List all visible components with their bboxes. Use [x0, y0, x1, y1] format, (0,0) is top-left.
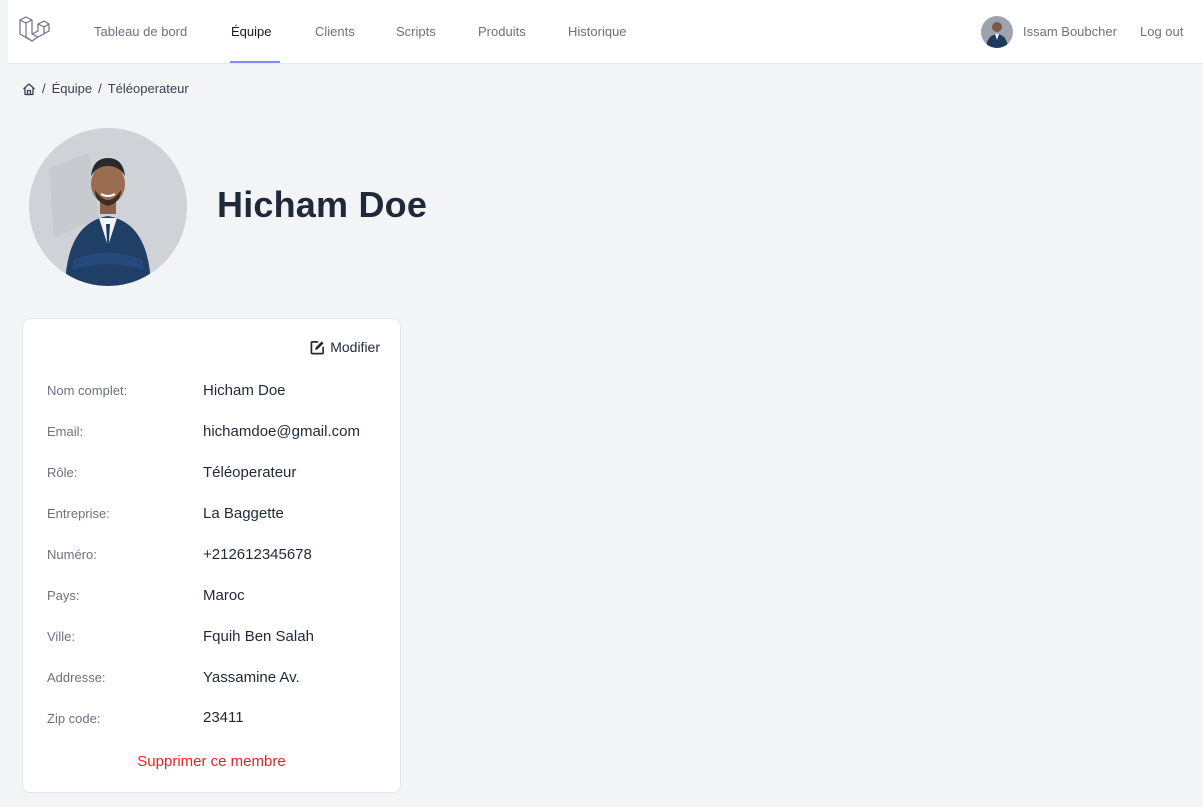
field-label-addresse: Addresse: [47, 670, 106, 685]
field-label-email: Email: [47, 424, 84, 439]
edit-icon [310, 340, 325, 354]
field-label-pays: Pays: [47, 588, 80, 603]
profile-avatar [29, 128, 187, 286]
field-value-entreprise: La Baggette [203, 505, 284, 522]
top-navbar: Tableau de bord Équipe Clients Scripts P… [8, 0, 1203, 64]
delete-member-button[interactable]: Supprimer ce membre [23, 753, 400, 770]
breadcrumb-separator: / [42, 81, 46, 96]
profile-name: Hicham Doe [217, 184, 428, 225]
nav-clients[interactable]: Clients [315, 24, 355, 40]
home-icon[interactable] [22, 82, 36, 96]
field-value-nom-complet: Hicham Doe [203, 382, 286, 399]
field-value-zip-code: 23411 [203, 709, 244, 726]
field-value-role: Téléoperateur [203, 464, 297, 481]
field-label-ville: Ville: [47, 629, 75, 644]
app-logo-icon[interactable] [18, 14, 50, 48]
breadcrumb: / Équipe / Téléoperateur [22, 81, 189, 96]
field-value-ville: Fquih Ben Salah [203, 628, 314, 645]
field-value-email: hichamdoe@gmail.com [203, 423, 360, 440]
field-value-numero: +212612345678 [203, 546, 312, 563]
field-value-pays: Maroc [203, 587, 245, 604]
field-label-entreprise: Entreprise: [47, 506, 110, 521]
edit-button[interactable]: Modifier [310, 339, 380, 355]
logout-link[interactable]: Log out [1140, 24, 1183, 39]
user-avatar[interactable] [981, 16, 1013, 48]
field-label-role: Rôle: [47, 465, 78, 480]
nav-historique[interactable]: Historique [568, 24, 627, 40]
nav-produits[interactable]: Produits [478, 24, 526, 40]
nav-scripts[interactable]: Scripts [396, 24, 436, 40]
active-tab-indicator [230, 61, 280, 63]
field-label-numero: Numéro: [47, 547, 97, 562]
field-label-zip-code: Zip code: [47, 711, 101, 726]
nav-equipe[interactable]: Équipe [231, 24, 271, 40]
user-name[interactable]: Issam Boubcher [1023, 24, 1117, 39]
field-value-addresse: Yassamine Av. [203, 669, 300, 686]
member-details-card: Modifier Nom complet: Hicham Doe Email: … [22, 318, 401, 793]
breadcrumb-separator: / [98, 81, 102, 96]
breadcrumb-item-equipe[interactable]: Équipe [52, 81, 92, 96]
field-label-nom-complet: Nom complet: [47, 383, 128, 398]
edit-button-label: Modifier [330, 339, 380, 355]
breadcrumb-item-current: Téléoperateur [107, 81, 189, 96]
nav-tableau-de-bord[interactable]: Tableau de bord [94, 24, 187, 40]
